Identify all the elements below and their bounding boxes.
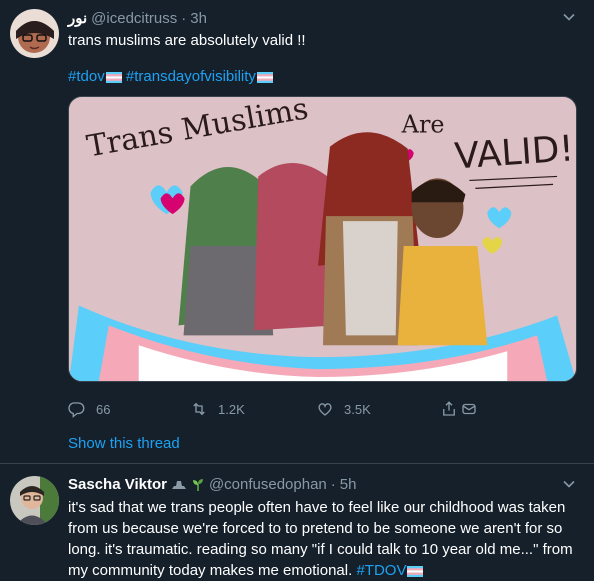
like-count: 3.5K — [344, 401, 371, 417]
hashtag-link[interactable]: #TDOV — [356, 562, 406, 579]
tweet-1[interactable]: نور @icedcitruss · 3h trans muslims are … — [0, 0, 594, 463]
tweet-text-line-last: my community today makes me emotional. #… — [68, 560, 588, 581]
reply-button[interactable]: 66 — [68, 400, 110, 418]
heart-icon — [318, 403, 332, 416]
tweet-media-image[interactable]: Trans Muslims Are VALID! — [68, 96, 577, 382]
tweet-actions: 66 1.2K 3.5K — [68, 400, 488, 420]
trans-flag-icon — [105, 71, 122, 83]
share-icon — [443, 401, 455, 416]
reply-count: 66 — [96, 401, 111, 417]
separator-dot: · — [330, 476, 336, 493]
tweet-header: Sascha Viktor @confusedophan · 5h — [68, 476, 356, 493]
share-button[interactable] — [440, 400, 478, 418]
chevron-down-icon[interactable] — [562, 477, 576, 491]
trans-flag-icon — [407, 565, 424, 577]
tweet-text-line: my community today makes me emotional. — [68, 562, 353, 579]
dm-icon — [462, 403, 476, 415]
tweet-text-line: from us because we're forced to to prete… — [68, 520, 563, 537]
hashtag-link[interactable]: #tdov — [68, 68, 105, 85]
tweet-hashtags: #tdov #transdayofvisibility — [68, 66, 273, 87]
handle[interactable]: @confusedophan — [209, 476, 327, 493]
like-button[interactable]: 3.5K — [316, 400, 371, 418]
hat-emoji-icon — [171, 480, 186, 489]
retweet-count: 1.2K — [218, 401, 245, 417]
display-name[interactable]: Sascha Viktor — [68, 476, 167, 493]
tweet-text-line: trans muslims are absolutely valid !! — [68, 32, 306, 49]
hashtag-link[interactable]: #transdayofvisibility — [126, 68, 256, 85]
image-title-valid: VALID! — [453, 128, 575, 177]
tweet-text-line: long. it's traumatic. reading so many "i… — [68, 541, 573, 558]
image-title-are: Are — [401, 111, 445, 139]
avatar[interactable] — [10, 9, 59, 58]
reply-icon — [68, 402, 85, 418]
retweet-button[interactable]: 1.2K — [190, 400, 245, 418]
separator-dot: · — [181, 9, 187, 27]
tweet-text-line: it's sad that we trans people often have… — [68, 499, 566, 516]
handle[interactable]: @icedcitruss — [91, 10, 177, 27]
retweet-icon — [193, 402, 205, 416]
avatar[interactable] — [10, 476, 59, 525]
tweet-text: trans muslims are absolutely valid !! — [68, 30, 306, 51]
trans-flag-icon — [256, 71, 273, 83]
tweet-header: نور @icedcitruss · 3h — [68, 9, 207, 28]
seedling-emoji-icon — [192, 478, 203, 491]
tweet-2[interactable]: Sascha Viktor @confusedophan · 5h it's s… — [0, 464, 594, 581]
chevron-down-icon[interactable] — [562, 10, 576, 24]
tweet-text: it's sad that we trans people often have… — [68, 497, 588, 581]
show-thread-link[interactable]: Show this thread — [68, 435, 180, 452]
timestamp[interactable]: 3h — [190, 10, 207, 27]
timestamp[interactable]: 5h — [340, 476, 357, 493]
display-name[interactable]: نور — [68, 9, 87, 27]
